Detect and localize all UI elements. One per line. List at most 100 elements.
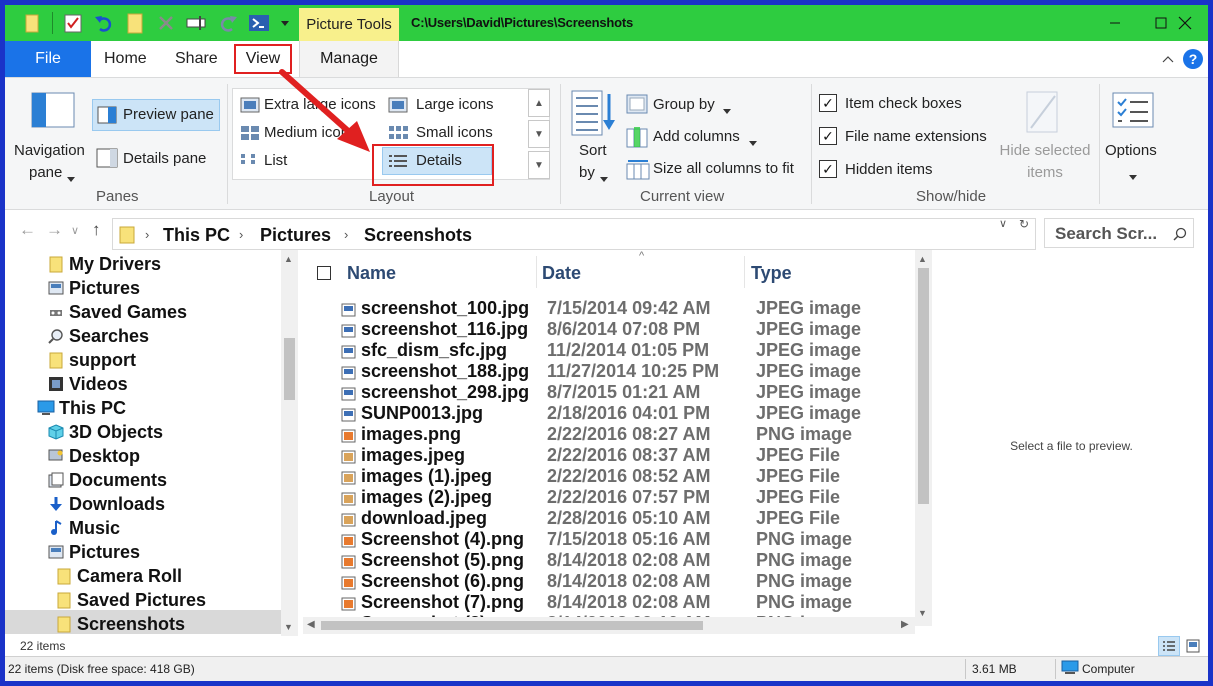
tree-item-support[interactable]: support — [47, 348, 136, 372]
table-row[interactable]: screenshot_100.jpg 7/15/2014 09:42 AM JPEG… — [303, 298, 903, 319]
column-divider[interactable] — [536, 256, 537, 288]
column-divider[interactable] — [744, 256, 745, 288]
size-columns-button[interactable]: Size all columns to fit — [653, 160, 794, 177]
file-list-vscrollbar[interactable]: ▲ ▼ — [915, 250, 932, 626]
navigation-pane-button[interactable]: Navigation — [14, 142, 85, 159]
table-row[interactable]: SUNP0013.jpg 2/18/2016 04:01 PM JPEG image — [303, 403, 903, 424]
tree-item-desktop[interactable]: Desktop — [47, 444, 140, 468]
properties-icon[interactable] — [62, 12, 84, 34]
options-button[interactable]: Options — [1105, 142, 1157, 159]
help-icon[interactable]: ? — [1182, 41, 1204, 77]
table-row[interactable]: Screenshot (6).png 8/14/2018 02:08 AM PNG … — [303, 571, 903, 592]
sort-by-icon[interactable] — [571, 90, 617, 140]
refresh-icon[interactable]: ↻ — [1019, 217, 1029, 231]
tree-item-camera-roll[interactable]: Camera Roll — [55, 564, 182, 588]
table-row[interactable]: images (2).jpeg 2/22/2016 07:57 PM JPEG Fi… — [303, 487, 903, 508]
delete-icon[interactable] — [155, 12, 177, 34]
tab-share[interactable]: Share — [175, 41, 218, 77]
file-list-hscroll-thumb[interactable] — [321, 621, 703, 630]
tab-file[interactable]: File — [5, 41, 91, 77]
tree-item-videos[interactable]: Videos — [47, 372, 128, 396]
large-icons-view-toggle[interactable] — [1183, 636, 1205, 656]
layout-scroll-up-icon[interactable]: ▲ — [528, 89, 550, 117]
item-check-boxes-label[interactable]: Item check boxes — [845, 95, 962, 112]
preview-pane-button[interactable]: Preview pane — [92, 99, 220, 131]
layout-scroll-down-icon[interactable]: ▼ — [528, 120, 550, 148]
back-arrow-icon[interactable]: ← — [19, 220, 36, 240]
options-icon[interactable] — [1112, 92, 1154, 132]
new-folder-icon[interactable] — [124, 12, 146, 34]
list-option[interactable]: List — [264, 152, 287, 169]
sort-by-button[interactable]: Sort — [579, 142, 607, 159]
extra-large-icons-option[interactable]: Extra large icons — [264, 96, 376, 113]
breadcrumb-screenshots[interactable]: Screenshots — [364, 225, 472, 246]
tree-item-documents[interactable]: Documents — [47, 468, 167, 492]
file-name-extensions-checkbox[interactable]: ✓ — [819, 127, 837, 145]
scroll-up-icon[interactable]: ▲ — [918, 254, 927, 264]
nav-pane-scrollbar[interactable]: ▲ ▼ — [281, 250, 298, 636]
hidden-items-checkbox[interactable]: ✓ — [819, 160, 837, 178]
tree-item-saved-pictures[interactable]: Saved Pictures — [55, 588, 206, 612]
table-row[interactable]: screenshot_188.jpg 11/27/2014 10:25 PM JPE… — [303, 361, 903, 382]
hidden-items-label[interactable]: Hidden items — [845, 161, 933, 178]
address-bar[interactable]: › This PC › Pictures › Screenshots ∨ ↻ — [112, 217, 1036, 250]
scroll-up-icon[interactable]: ▲ — [284, 254, 293, 264]
add-columns-button[interactable]: Add columns — [653, 128, 740, 145]
folder-icon[interactable] — [21, 12, 43, 34]
tab-home[interactable]: Home — [104, 41, 147, 77]
medium-icons-option[interactable]: Medium icons — [264, 124, 357, 141]
details-pane-button[interactable]: Details pane — [123, 150, 206, 167]
item-check-boxes-checkbox[interactable]: ✓ — [819, 94, 837, 112]
scroll-right-icon[interactable]: ▶ — [901, 619, 909, 630]
nav-pane-scroll-thumb[interactable] — [284, 338, 295, 400]
file-list-hscrollbar[interactable]: ◀ ▶ — [303, 617, 915, 634]
tree-item-music[interactable]: Music — [47, 516, 120, 540]
column-header-date[interactable]: Date — [542, 263, 581, 284]
tree-item-downloads[interactable]: Downloads — [47, 492, 165, 516]
table-row[interactable]: sfc_dism_sfc.jpg 11/2/2014 01:05 PM JPEG i… — [303, 340, 903, 361]
table-row[interactable]: download.jpeg 2/28/2016 05:10 AM JPEG File — [303, 508, 903, 529]
recent-locations-icon[interactable]: ∨ — [71, 224, 79, 237]
large-icons-option[interactable]: Large icons — [416, 96, 494, 113]
search-input[interactable]: Search Scr... — [1044, 218, 1194, 248]
select-all-checkbox[interactable] — [317, 266, 331, 280]
tree-item-saved-games[interactable]: Saved Games — [47, 300, 187, 324]
tree-item-this-pc[interactable]: This PC — [37, 396, 126, 420]
column-header-name[interactable]: Name — [347, 263, 396, 284]
tab-manage[interactable]: Manage — [299, 41, 399, 77]
tree-item-3d-objects[interactable]: 3D Objects — [47, 420, 163, 444]
customize-toolbar-icon[interactable] — [279, 12, 291, 34]
navigation-pane-icon[interactable] — [31, 92, 75, 132]
tab-view[interactable]: View — [234, 44, 292, 74]
column-header-type[interactable]: Type — [751, 263, 792, 284]
tree-item-searches[interactable]: Searches — [47, 324, 149, 348]
up-arrow-icon[interactable]: ↑ — [92, 220, 101, 240]
table-row[interactable]: Screenshot (4).png 7/15/2018 05:16 AM PNG … — [303, 529, 903, 550]
file-list-scroll-thumb[interactable] — [918, 268, 929, 504]
table-row[interactable]: images.png 2/22/2016 08:27 AM PNG image — [303, 424, 903, 445]
scroll-down-icon[interactable]: ▼ — [918, 608, 927, 618]
collapse-ribbon-icon[interactable] — [1162, 41, 1174, 77]
tree-item-screenshots[interactable]: Screenshots — [55, 612, 185, 636]
breadcrumb-this-pc[interactable]: This PC — [163, 225, 230, 246]
rename-icon[interactable] — [186, 12, 208, 34]
close-button[interactable] — [1162, 5, 1208, 41]
table-row[interactable]: Screenshot (5).png 8/14/2018 02:08 AM PNG … — [303, 550, 903, 571]
table-row[interactable]: images (1).jpeg 2/22/2016 08:52 AM JPEG Fi… — [303, 466, 903, 487]
tree-item-pictures[interactable]: Pictures — [47, 276, 140, 300]
tree-item-pictures-2[interactable]: Pictures — [47, 540, 140, 564]
table-row[interactable]: Screenshot (7).png 8/14/2018 02:08 AM PNG … — [303, 592, 903, 613]
table-row[interactable]: images.jpeg 2/22/2016 08:37 AM JPEG File — [303, 445, 903, 466]
scroll-down-icon[interactable]: ▼ — [284, 622, 293, 632]
scroll-left-icon[interactable]: ◀ — [307, 619, 315, 630]
minimize-button[interactable] — [1092, 5, 1138, 41]
layout-more-icon[interactable]: ▼ — [528, 151, 550, 179]
table-row[interactable]: screenshot_116.jpg 8/6/2014 07:08 PM JPEG … — [303, 319, 903, 340]
address-dropdown-icon[interactable]: ∨ — [999, 217, 1007, 230]
details-view-toggle[interactable] — [1158, 636, 1180, 656]
undo-icon[interactable] — [93, 12, 115, 34]
breadcrumb-pictures[interactable]: Pictures — [260, 225, 331, 246]
small-icons-option[interactable]: Small icons — [416, 124, 493, 141]
group-by-button[interactable]: Group by — [653, 96, 715, 113]
tree-item-my-drivers[interactable]: My Drivers — [47, 252, 161, 276]
